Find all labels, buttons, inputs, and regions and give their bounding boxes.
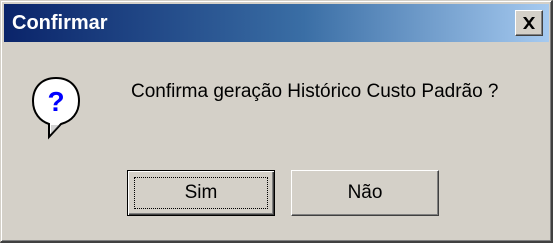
- confirm-dialog: Confirmar ? Confirma geração Histórico C…: [0, 0, 553, 243]
- svg-text:?: ?: [47, 86, 64, 117]
- no-button-label: Não: [347, 182, 383, 203]
- yes-button[interactable]: Sim: [127, 170, 275, 216]
- question-icon: ?: [31, 76, 81, 140]
- title-bar[interactable]: Confirmar: [4, 4, 549, 42]
- dialog-message: Confirma geração Histórico Custo Padrão …: [131, 81, 499, 102]
- yes-button-label: Sim: [184, 182, 218, 203]
- close-icon: [523, 17, 535, 29]
- close-button[interactable]: [515, 10, 543, 36]
- no-button[interactable]: Não: [291, 170, 439, 216]
- dialog-title: Confirmar: [12, 12, 108, 34]
